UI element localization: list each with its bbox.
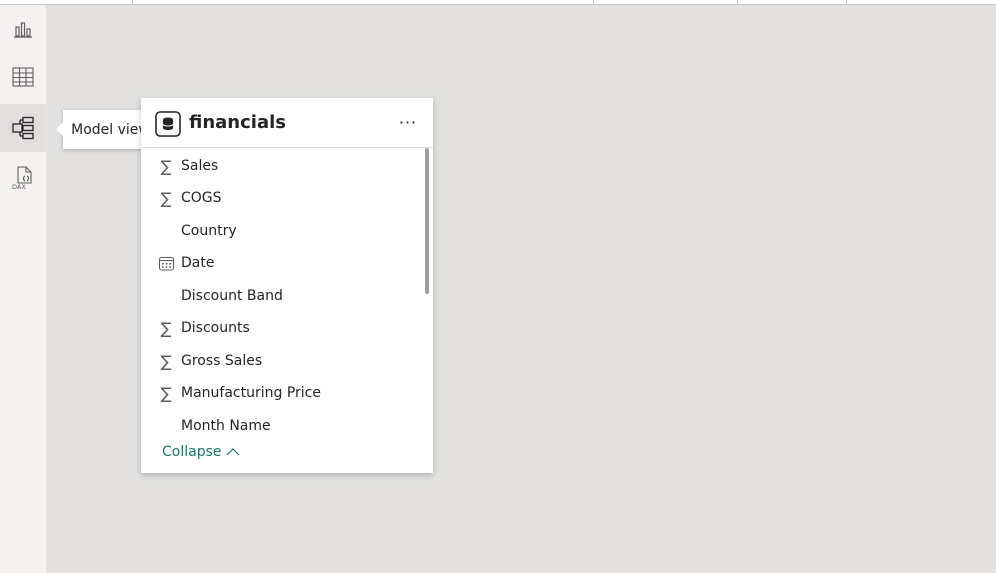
sigma-icon: ∑ (160, 318, 172, 338)
sigma-icon: ∑ (160, 351, 172, 371)
field-manufacturing-price[interactable]: ∑ Manufacturing Price (141, 377, 421, 409)
model-view-button[interactable] (0, 104, 46, 152)
field-label: COGS (181, 190, 222, 206)
view-switcher-rail: DAX (0, 5, 46, 573)
dax-query-view-button[interactable]: DAX (0, 154, 46, 202)
toolbar-divider (737, 0, 738, 4)
bar-chart-icon (14, 22, 32, 38)
table-card-financials[interactable]: financials ··· ∑ Sales ∑ COGS Country Da… (141, 98, 433, 473)
table-view-button[interactable] (0, 53, 46, 101)
field-label: Sales (181, 158, 219, 174)
table-database-icon (155, 111, 181, 137)
svg-text:DAX: DAX (12, 183, 26, 191)
field-discounts[interactable]: ∑ Discounts (141, 312, 421, 344)
field-gross-sales[interactable]: ∑ Gross Sales (141, 345, 421, 377)
toolbar-divider (132, 0, 133, 4)
dax-file-icon: DAX (12, 166, 32, 191)
more-options-button[interactable]: ··· (395, 111, 421, 133)
table-card-header[interactable]: financials ··· (141, 98, 433, 148)
field-sales[interactable]: ∑ Sales (141, 150, 421, 182)
field-label: Discount Band (181, 288, 283, 304)
chevron-up-icon (226, 448, 239, 456)
field-label: Country (181, 223, 237, 239)
table-card-title: financials (189, 112, 286, 133)
report-view-button[interactable] (0, 5, 46, 53)
toolbar-divider (846, 0, 847, 4)
calendar-icon (158, 255, 174, 271)
field-country[interactable]: Country (141, 215, 421, 247)
collapse-button[interactable]: Collapse (162, 444, 240, 460)
field-label: Gross Sales (181, 353, 263, 369)
field-label: Discounts (181, 320, 250, 336)
toolbar-divider (593, 0, 594, 4)
sigma-icon: ∑ (160, 188, 172, 208)
field-label: Date (181, 255, 215, 271)
field-cogs[interactable]: ∑ COGS (141, 182, 421, 214)
field-label: Manufacturing Price (181, 385, 321, 401)
tooltip-text: Model view (71, 121, 150, 138)
field-list-scrollbar[interactable] (425, 148, 429, 294)
model-diagram-icon (12, 116, 34, 140)
collapse-label: Collapse (162, 444, 222, 460)
field-date[interactable]: Date (141, 247, 421, 279)
field-discount-band[interactable]: Discount Band (141, 280, 421, 312)
table-grid-icon (12, 67, 34, 87)
field-month-name[interactable]: Month Name (141, 410, 421, 442)
sigma-icon: ∑ (160, 383, 172, 403)
field-label: Month Name (181, 418, 271, 434)
sigma-icon: ∑ (160, 156, 172, 176)
